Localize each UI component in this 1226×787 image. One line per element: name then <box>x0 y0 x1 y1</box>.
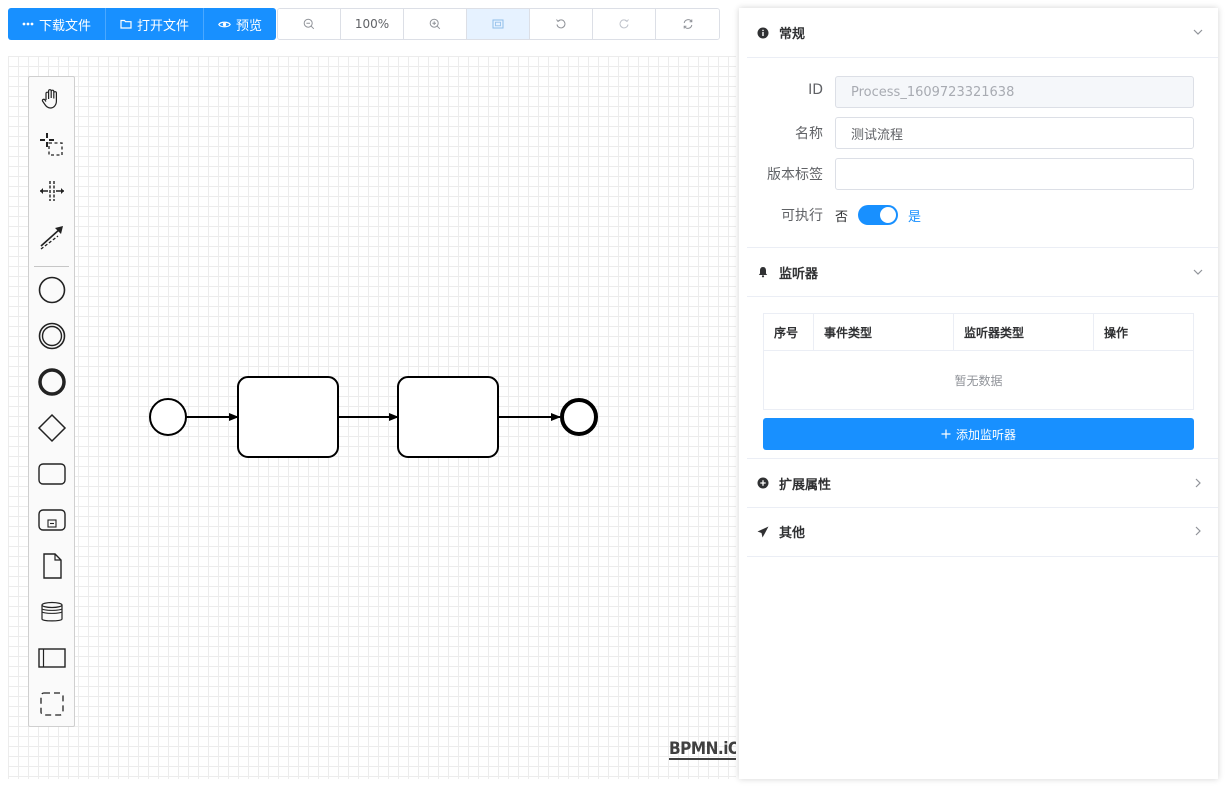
bpmn-io-logo[interactable]: BPMN.iO <box>669 740 736 760</box>
task-2[interactable] <box>397 376 499 458</box>
modeler-canvas[interactable]: BPMN.iO <box>8 56 736 779</box>
switch-on-text: 是 <box>908 209 922 225</box>
info-icon <box>757 27 769 39</box>
more-dots-icon <box>22 22 34 26</box>
open-file-label: 打开文件 <box>137 18 190 34</box>
bpmn-diagram <box>149 376 598 458</box>
id-label: ID <box>808 82 823 98</box>
section-general-title: 常规 <box>779 27 806 42</box>
eye-icon <box>218 20 231 29</box>
add-listener-label: 添加监听器 <box>955 427 1016 442</box>
section-other-title: 其他 <box>779 526 806 541</box>
preview-label: 预览 <box>236 18 263 34</box>
redo-button[interactable] <box>593 9 657 39</box>
redo-icon <box>619 19 629 29</box>
section-general-header[interactable]: 常规 <box>747 8 1218 58</box>
refresh-icon <box>683 19 692 29</box>
plus-circle-icon <box>757 477 769 489</box>
executable-label: 可执行 <box>781 208 823 224</box>
listeners-table: 序号 事件类型 监听器类型 操作 暂无数据 <box>763 313 1194 410</box>
name-field[interactable]: 测试流程 <box>835 117 1194 149</box>
section-extensions-header[interactable]: 扩展属性 <box>747 458 1218 508</box>
undo-icon <box>556 19 566 29</box>
switch-off-text: 否 <box>835 209 849 225</box>
version-tag-label: 版本标签 <box>767 167 823 183</box>
undo-button[interactable] <box>530 9 594 39</box>
section-other-header[interactable]: 其他 <box>747 507 1218 557</box>
name-label: 名称 <box>795 126 823 142</box>
col-actions: 操作 <box>1104 325 1129 340</box>
zoom-in-button[interactable] <box>404 9 468 39</box>
download-file-label: 下载文件 <box>39 18 92 34</box>
preview-button[interactable]: 预览 <box>204 8 277 40</box>
task-1[interactable] <box>237 376 339 458</box>
version-tag-field[interactable] <box>835 158 1194 190</box>
toolbar: 下载文件 打开文件 预览 100% <box>8 8 721 40</box>
switch-knob <box>880 207 897 223</box>
fit-viewport-button[interactable] <box>467 9 531 39</box>
section-listeners-header[interactable]: 监听器 <box>747 247 1218 297</box>
section-extensions-title: 扩展属性 <box>779 477 832 493</box>
chevron-right-icon <box>1195 526 1201 536</box>
properties-panel: 常规 ID Process_1609723321638 名称 测试流程 版本标签… <box>739 8 1218 779</box>
listeners-table-header: 序号 事件类型 监听器类型 操作 <box>764 314 1193 351</box>
zoom-in-icon <box>429 18 441 30</box>
plus-icon <box>941 429 951 439</box>
id-field[interactable]: Process_1609723321638 <box>835 76 1194 108</box>
executable-switch[interactable] <box>858 205 899 225</box>
chevron-right-icon <box>1195 478 1201 488</box>
file-actions: 下载文件 打开文件 预览 <box>8 8 277 40</box>
chevron-down-icon <box>1193 269 1203 275</box>
zoom-out-button[interactable] <box>278 9 342 39</box>
chevron-down-icon <box>1193 29 1203 35</box>
add-listener-button[interactable]: 添加监听器 <box>763 418 1194 450</box>
folder-icon <box>120 19 132 29</box>
view-controls: 100% <box>277 8 721 40</box>
open-file-button[interactable]: 打开文件 <box>106 8 205 40</box>
start-event[interactable] <box>149 398 187 436</box>
bpmn-designer: 下载文件 打开文件 预览 100% BPMN.iO 常规 ID Process_… <box>0 0 1226 787</box>
col-event-type: 事件类型 <box>814 314 954 350</box>
bell-icon <box>757 266 769 278</box>
col-index: 序号 <box>764 314 814 350</box>
fit-viewport-icon <box>492 19 504 29</box>
col-listener-type: 监听器类型 <box>954 314 1094 350</box>
section-listeners-title: 监听器 <box>779 266 819 282</box>
executable-switch-row: 否 是 <box>835 205 921 225</box>
send-icon <box>757 526 769 538</box>
listeners-empty-text: 暂无数据 <box>954 373 1003 388</box>
zoom-level[interactable]: 100% <box>341 9 405 39</box>
download-file-button[interactable]: 下载文件 <box>8 8 107 40</box>
end-event[interactable] <box>560 398 598 436</box>
zoom-out-icon <box>303 18 315 30</box>
reset-button[interactable] <box>656 9 720 39</box>
